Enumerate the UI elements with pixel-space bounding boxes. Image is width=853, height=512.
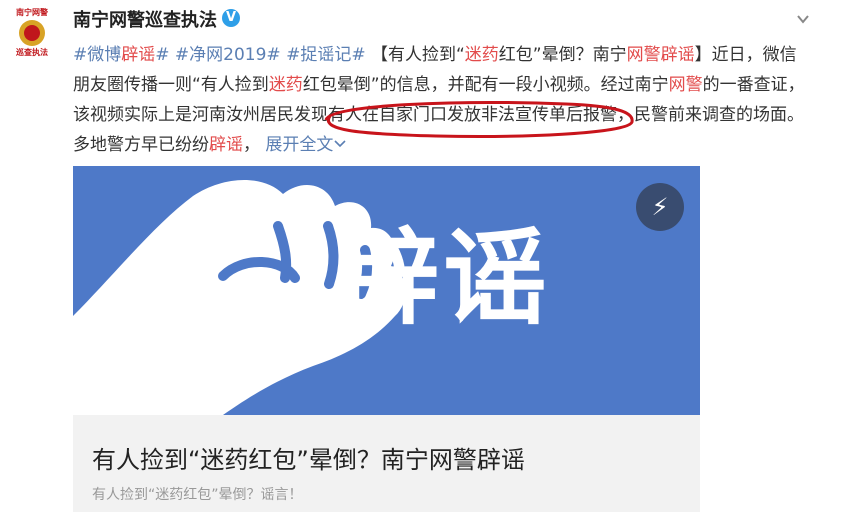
avatar[interactable]: 南宁网警 巡查执法 [10,8,54,70]
avatar-org-line2: 巡查执法 [16,48,48,57]
article-card-title[interactable]: 有人捡到“迷药红包”晕倒？南宁网警辟谣 [92,440,525,475]
lightning-icon[interactable]: ⚡ [636,183,684,231]
hashtag-zhuoyaoji[interactable]: #捉谣记# [286,45,366,65]
verified-badge-icon: V [222,9,240,27]
keyword-miyao[interactable]: 迷药 [465,45,499,65]
article-card-subtitle: 有人捡到“迷药红包”晕倒？谣言！ [92,487,303,503]
keyword-wangjing[interactable]: 网警 [627,45,661,65]
keyword-piyao-2[interactable]: 辟谣 [209,135,243,155]
police-emblem-icon [19,20,45,46]
keyword-wangjing-2[interactable]: 网警 [669,75,703,95]
hashtag-weibo-end[interactable]: # [155,45,169,65]
chevron-down-icon[interactable] [796,12,810,26]
post-text-part: 红包晕倒”的信息，并配有一段小视频。经过南宁 [302,75,669,95]
account-name[interactable]: 南宁网警巡查执法 [73,6,217,32]
keyword-miyao-2[interactable]: 迷药 [269,75,303,95]
post-text-part: ， [243,135,260,155]
hashtag-weibo-keyword[interactable]: 辟谣 [121,45,155,65]
keyword-piyao[interactable]: 辟谣 [661,45,695,65]
avatar-org-line1: 南宁网警 [16,8,48,17]
post-text-part: 【有人捡到“ [370,45,465,65]
highlight-annotation-ellipse [324,101,634,138]
banner-headline: 辟谣 [335,217,552,339]
hashtag-weibo[interactable]: #微博 [73,45,121,65]
hashtag-jingwang[interactable]: #净网2019# [175,45,281,65]
post-text-part: 红包”晕倒？南宁 [498,45,627,65]
